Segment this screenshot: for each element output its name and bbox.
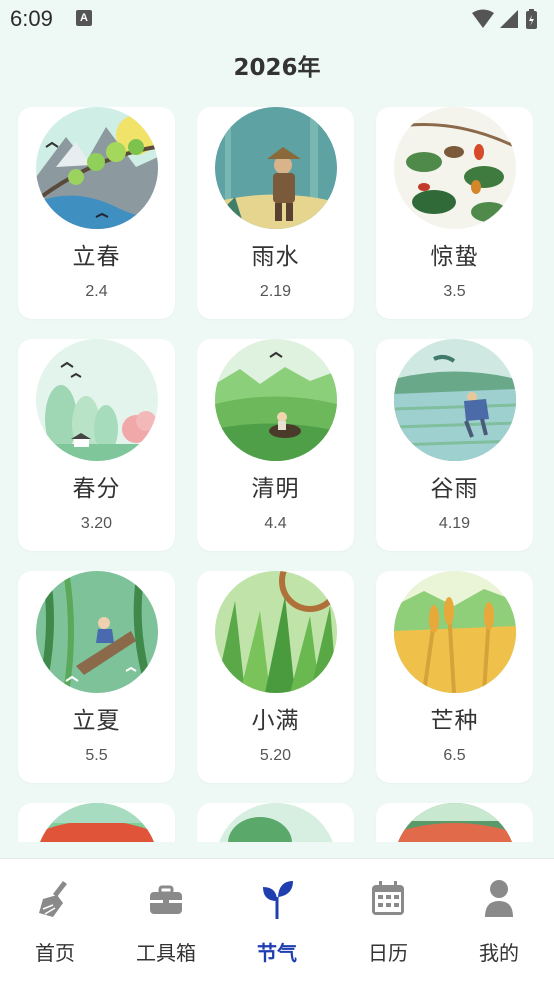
nav-label: 节气 (257, 941, 297, 965)
status-time: 6:09 (10, 6, 53, 31)
term-illustration (215, 339, 337, 461)
bottom-nav: 首页 工具箱 节气 日历 我的 (0, 858, 554, 987)
term-card-xiaoshu[interactable] (197, 803, 354, 842)
term-illustration (215, 571, 337, 693)
term-date: 3.5 (443, 283, 466, 300)
nav-item-profile[interactable]: 我的 (444, 859, 554, 987)
term-date: 5.5 (85, 747, 108, 764)
nav-item-calendar[interactable]: 日历 (333, 859, 443, 987)
term-name: 小满 (251, 708, 300, 734)
term-illustration (36, 803, 158, 842)
nav-item-solar-terms[interactable]: 节气 (222, 859, 332, 987)
term-name: 立夏 (72, 708, 121, 734)
term-illustration (394, 571, 516, 693)
term-illustration (394, 107, 516, 229)
term-card-jingzhe[interactable]: 惊蛰 3.5 (376, 107, 533, 319)
wifi-icon (472, 9, 494, 28)
nav-item-home[interactable]: 首页 (0, 859, 110, 987)
term-name: 春分 (72, 476, 121, 502)
term-card-qingming[interactable]: 清明 4.4 (197, 339, 354, 551)
toolbox-icon (150, 885, 182, 914)
term-illustration (215, 107, 337, 229)
term-card-xiazhi[interactable] (18, 803, 175, 842)
term-date: 4.4 (264, 515, 287, 532)
nav-label: 我的 (479, 941, 519, 965)
term-name: 雨水 (251, 244, 300, 270)
nav-label: 工具箱 (136, 941, 196, 965)
term-date: 6.5 (443, 747, 466, 764)
term-illustration (36, 107, 158, 229)
term-date: 2.19 (259, 283, 292, 300)
term-card-lixia[interactable]: 立夏 5.5 (18, 571, 175, 783)
broom-icon (39, 881, 67, 917)
term-illustration (36, 339, 158, 461)
term-date: 2.4 (85, 283, 108, 300)
term-name: 立春 (72, 244, 121, 270)
term-name: 谷雨 (430, 476, 479, 502)
term-date: 3.20 (80, 515, 113, 532)
term-illustration (36, 571, 158, 693)
term-illustration (394, 803, 516, 842)
term-card-yushui[interactable]: 雨水 2.19 (197, 107, 354, 319)
term-card-lichun[interactable]: 立春 2.4 (18, 107, 175, 319)
status-bar: 6:09 A (0, 0, 554, 38)
status-icons (472, 9, 537, 29)
nav-label: 首页 (35, 941, 75, 965)
term-illustration (394, 339, 516, 461)
term-card-mangzhong[interactable]: 芒种 6.5 (376, 571, 533, 783)
term-card-chunfen[interactable]: 春分 3.20 (18, 339, 175, 551)
term-name: 惊蛰 (430, 244, 479, 270)
solar-terms-list[interactable]: 立春 2.4 雨水 2.19 惊蛰 3.5 春分 3.20 清明 4.4 谷雨 … (0, 90, 554, 842)
term-card-dashu[interactable] (376, 803, 533, 842)
term-illustration (215, 803, 337, 842)
nav-label: 日历 (368, 941, 408, 965)
signal-icon (500, 10, 518, 28)
term-name: 芒种 (430, 708, 479, 734)
term-date: 5.20 (259, 747, 292, 764)
calendar-icon (372, 881, 404, 915)
sprout-icon (263, 881, 293, 919)
term-date: 4.19 (438, 515, 471, 532)
term-name: 清明 (251, 476, 300, 502)
year-title: 2026年 (233, 55, 321, 81)
nav-item-toolbox[interactable]: 工具箱 (111, 859, 221, 987)
term-card-guyu[interactable]: 谷雨 4.19 (376, 339, 533, 551)
term-card-xiaoman[interactable]: 小满 5.20 (197, 571, 354, 783)
notification-icon: A (76, 10, 92, 26)
person-icon (485, 880, 513, 917)
